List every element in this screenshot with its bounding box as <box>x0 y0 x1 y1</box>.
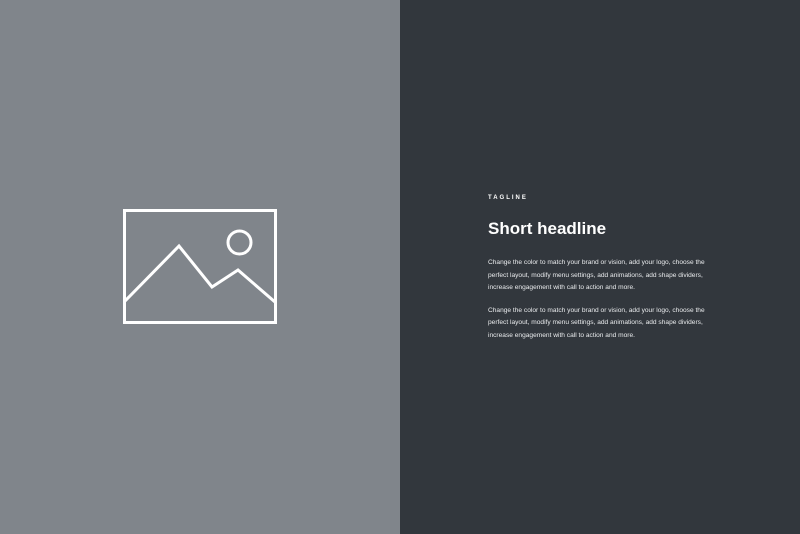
body-paragraph-2: Change the color to match your brand or … <box>488 306 705 339</box>
hero-section: TAGLINE Short headline Change the color … <box>0 0 800 534</box>
text-content: TAGLINE Short headline Change the color … <box>488 194 724 342</box>
page-title: Short headline <box>488 219 607 238</box>
body-paragraph-1: Change the color to match your brand or … <box>488 259 705 291</box>
text-panel: TAGLINE Short headline Change the color … <box>400 0 800 534</box>
tagline: TAGLINE <box>488 195 528 201</box>
image-placeholder-icon <box>123 209 277 324</box>
image-panel <box>0 0 400 534</box>
